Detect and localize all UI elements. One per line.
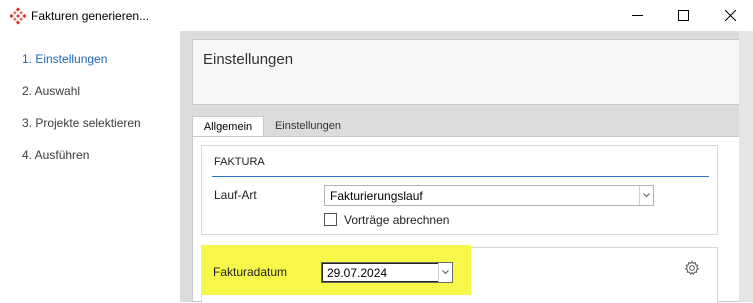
lauf-art-label: Lauf-Art — [214, 188, 257, 202]
window-title: Fakturen generieren... — [31, 9, 150, 23]
lauf-art-value: Fakturierungslauf — [330, 189, 423, 203]
fakturadatum-label: Fakturadatum — [213, 265, 288, 279]
gear-icon[interactable] — [684, 260, 700, 276]
page-header: Einstellungen — [192, 39, 741, 105]
page-title: Einstellungen — [203, 51, 294, 68]
sidebar-item-projekte-selektieren[interactable]: 3. Projekte selektieren — [22, 116, 141, 130]
close-button[interactable] — [707, 0, 753, 31]
vortraege-checkbox[interactable] — [324, 213, 337, 226]
sidebar-item-ausfuehren[interactable]: 4. Ausführen — [22, 148, 89, 162]
minimize-button[interactable] — [614, 0, 660, 31]
close-icon — [724, 10, 736, 21]
tab-allgemein[interactable]: Allgemein — [192, 116, 264, 137]
lauf-art-dropdown[interactable]: Fakturierungslauf — [324, 185, 654, 206]
faktura-group-title: FAKTURA — [214, 156, 265, 168]
chevron-down-icon[interactable] — [639, 186, 653, 205]
scrollbar[interactable] — [739, 31, 753, 302]
sidebar-item-auswahl[interactable]: 2. Auswahl — [22, 84, 80, 98]
maximize-button[interactable] — [660, 0, 706, 31]
title-bar: Fakturen generieren... — [0, 0, 753, 31]
maximize-icon — [677, 10, 689, 21]
app-logo-icon — [9, 7, 27, 25]
calendar-dropdown-icon[interactable] — [438, 263, 452, 282]
fakturadatum-date-picker[interactable]: 29.07.2024 — [321, 262, 453, 283]
wizard-sidebar: 1. Einstellungen 2. Auswahl 3. Projekte … — [0, 31, 180, 302]
minimize-icon — [631, 15, 643, 16]
sidebar-item-einstellungen[interactable]: 1. Einstellungen — [22, 52, 107, 66]
faktura-group: FAKTURA Lauf-Art Fakturierungslauf Vortr… — [201, 145, 718, 235]
group-divider — [212, 176, 709, 177]
fakturadatum-value[interactable]: 29.07.2024 — [327, 266, 387, 280]
vortraege-label[interactable]: Vorträge abrechnen — [344, 213, 449, 227]
tab-einstellungen[interactable]: Einstellungen — [266, 116, 350, 136]
